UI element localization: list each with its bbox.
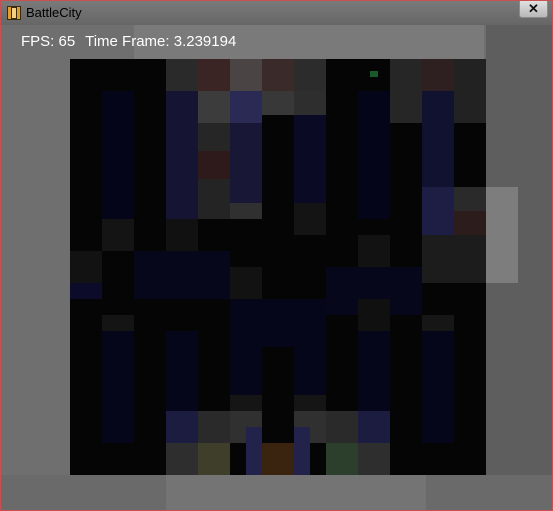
game-board bbox=[70, 59, 486, 475]
steel-wall bbox=[230, 203, 262, 219]
brick-wall bbox=[70, 283, 102, 299]
steel-wall bbox=[262, 91, 294, 115]
brick-wall bbox=[198, 151, 230, 179]
enemy-tank bbox=[370, 71, 378, 77]
steel-wall bbox=[454, 187, 486, 211]
steel-wall bbox=[198, 91, 230, 123]
background-panel bbox=[486, 187, 518, 283]
steel-wall bbox=[358, 299, 390, 331]
steel-wall bbox=[230, 395, 262, 411]
steel-wall bbox=[166, 219, 198, 251]
title-bar[interactable]: BattleCity ✕ bbox=[1, 1, 552, 25]
brick-wall bbox=[102, 331, 134, 443]
steel-wall bbox=[198, 123, 230, 151]
brick-wall bbox=[246, 427, 262, 475]
eagle-base bbox=[262, 443, 294, 475]
brick-wall bbox=[358, 411, 390, 443]
hud-stats: FPS: 65 Time Frame: 3.239194 bbox=[21, 33, 242, 50]
background-panel bbox=[166, 475, 426, 510]
steel-wall bbox=[358, 235, 390, 267]
brick-wall bbox=[166, 91, 198, 219]
steel-wall bbox=[422, 235, 486, 283]
steel-wall bbox=[102, 315, 134, 331]
steel-wall bbox=[198, 411, 230, 443]
brick-wall bbox=[422, 331, 454, 443]
time-frame-readout: Time Frame: 3.239194 bbox=[85, 33, 237, 50]
steel-wall bbox=[294, 203, 326, 235]
window-title: BattleCity bbox=[26, 5, 82, 20]
steel-wall bbox=[70, 251, 102, 283]
steel-wall bbox=[198, 179, 230, 219]
steel-wall bbox=[422, 315, 454, 331]
film-clapper-icon bbox=[7, 6, 21, 20]
brick-wall bbox=[422, 187, 454, 235]
fps-counter: FPS: 65 bbox=[21, 33, 76, 50]
steel-wall bbox=[294, 91, 326, 115]
brick-wall bbox=[134, 251, 230, 299]
steel-wall bbox=[294, 59, 326, 91]
brick-wall bbox=[262, 59, 294, 91]
steel-wall bbox=[230, 267, 262, 299]
steel-wall bbox=[294, 395, 326, 411]
brick-wall bbox=[358, 91, 390, 219]
app-window: BattleCity ✕ FPS: 65 Time Frame: 3.23919… bbox=[0, 0, 553, 511]
steel-wall bbox=[102, 219, 134, 251]
player-tank bbox=[198, 443, 230, 475]
close-icon: ✕ bbox=[528, 1, 539, 16]
brick-wall bbox=[102, 91, 134, 219]
ally-tank bbox=[326, 443, 358, 475]
close-button[interactable]: ✕ bbox=[519, 1, 548, 18]
brick-wall bbox=[294, 427, 310, 475]
steel-wall bbox=[454, 59, 486, 123]
brick-wall bbox=[422, 59, 454, 91]
steel-wall bbox=[166, 443, 198, 475]
steel-wall bbox=[326, 411, 358, 443]
brick-wall bbox=[230, 91, 262, 123]
brick-wall bbox=[294, 331, 326, 395]
steel-wall bbox=[166, 59, 198, 91]
brick-wall bbox=[166, 411, 198, 443]
brick-wall bbox=[230, 331, 262, 395]
steel-wall bbox=[358, 443, 390, 475]
brick-wall bbox=[198, 59, 230, 91]
steel-wall bbox=[230, 59, 262, 91]
steel-wall bbox=[390, 59, 422, 123]
